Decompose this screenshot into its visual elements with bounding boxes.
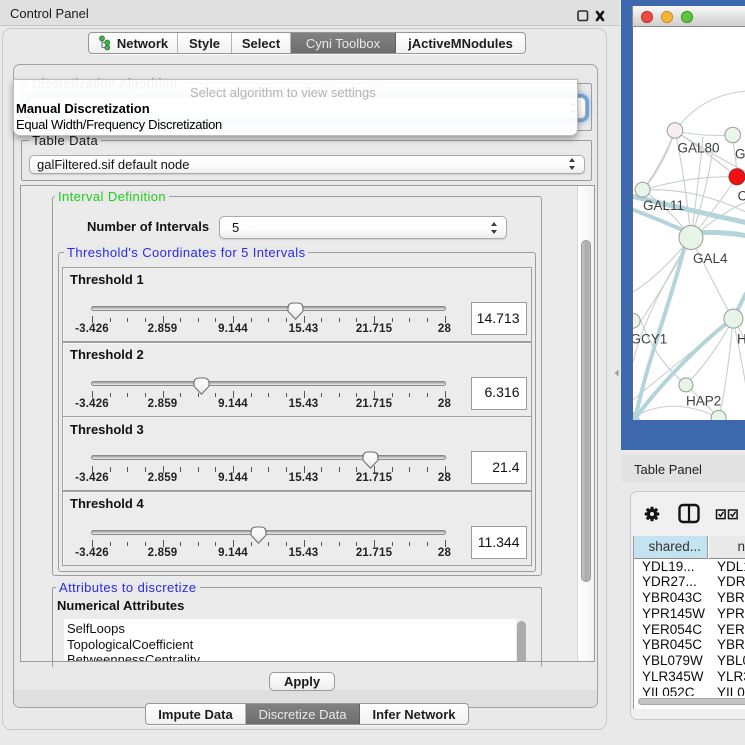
svg-text:GA: GA [735, 147, 745, 162]
svg-text:GAL4: GAL4 [693, 251, 728, 266]
svg-text:H: H [737, 332, 745, 347]
svg-text:HAP2: HAP2 [686, 394, 721, 409]
svg-text:C: C [738, 189, 745, 204]
svg-text:GCY1: GCY1 [633, 332, 667, 347]
svg-text:GAL11: GAL11 [643, 198, 684, 213]
svg-text:GAL80: GAL80 [678, 141, 720, 156]
